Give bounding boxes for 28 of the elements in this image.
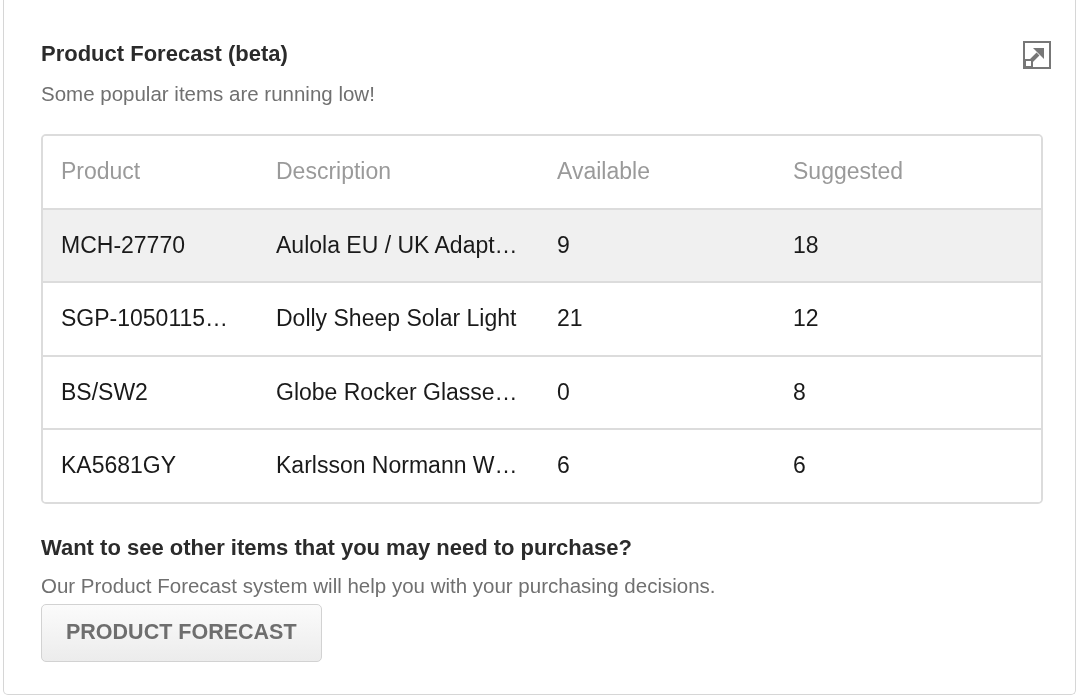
promo-heading: Want to see other items that you may need to purchase?	[41, 534, 633, 561]
column-header: Suggested	[793, 158, 903, 186]
table-cell: Aulola EU / UK Adapt…	[276, 231, 518, 259]
table-cell: 8	[793, 378, 806, 406]
table-cell: 9	[557, 231, 570, 259]
table-row[interactable]: MCH-27770 Aulola EU / UK Adapt… 9 18	[43, 209, 1041, 283]
table-cell: 0	[557, 378, 570, 406]
table-cell: BS/SW2	[61, 378, 148, 406]
column-header: Description	[276, 158, 392, 186]
table-cell: 18	[793, 231, 819, 259]
column-header: Available	[557, 158, 650, 186]
table-cell: Karlsson Normann W…	[276, 452, 518, 480]
table-cell: Globe Rocker Glasse…	[276, 378, 518, 406]
expand-icon	[1023, 41, 1051, 69]
product-forecast-button[interactable]: PRODUCT FORECAST	[41, 603, 322, 662]
table-cell: 12	[793, 305, 819, 333]
expand-button[interactable]	[1023, 41, 1051, 69]
column-header: Product	[61, 158, 141, 186]
card-title: Product Forecast (beta)	[41, 41, 289, 67]
table-cell: Dolly Sheep Solar Light	[276, 305, 517, 333]
table-cell: KA5681GY	[61, 452, 177, 480]
table-cell: 6	[793, 452, 806, 480]
table-cell: 21	[557, 305, 583, 333]
table-cell: SGP-1050115…	[61, 305, 229, 333]
promo-text: Our Product Forecast system will help you with your purchasing decisions.	[41, 573, 717, 598]
table-cell: 6	[557, 452, 570, 480]
card-subtitle: Some popular items are running low!	[41, 82, 375, 106]
table-cell: MCH-27770	[61, 231, 185, 259]
